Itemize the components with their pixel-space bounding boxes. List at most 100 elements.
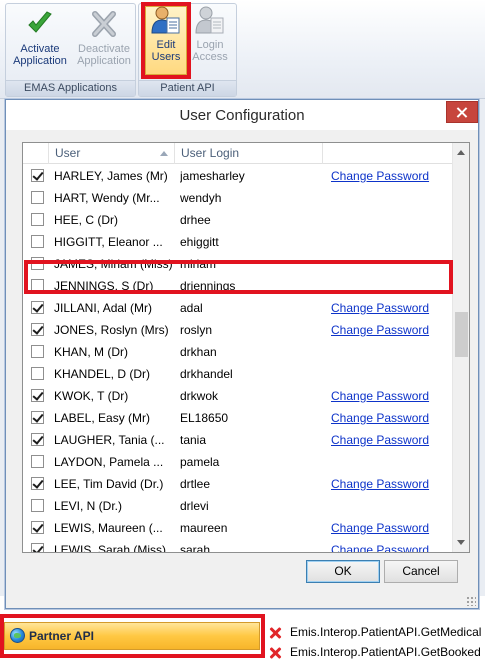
ribbon: Activate Application Deactivate Applicat… xyxy=(0,0,485,99)
change-password-link[interactable]: Change Password xyxy=(331,297,429,319)
error-x-icon xyxy=(268,626,282,640)
row-user-login: drkhan xyxy=(180,345,217,359)
row-user-name: HIGGITT, Eleanor ... xyxy=(54,235,163,249)
ribbon-group-label: EMAS Applications xyxy=(6,80,135,96)
selected-row-highlight xyxy=(24,260,453,294)
row-user-login: jamesharley xyxy=(180,169,245,183)
row-checkbox[interactable] xyxy=(31,455,44,468)
row-user-login: drlevi xyxy=(180,499,209,513)
change-password-link[interactable]: Change Password xyxy=(331,385,429,407)
list-item-label: Emis.Interop.PatientAPI.GetMedical xyxy=(290,625,482,639)
row-user-login: pamela xyxy=(180,455,220,469)
change-password-link[interactable]: Change Password xyxy=(331,539,429,552)
row-checkbox[interactable] xyxy=(31,389,44,402)
vertical-scrollbar[interactable] xyxy=(452,143,469,552)
table-row[interactable]: KHANDEL, D (Dr) drkhandel xyxy=(23,363,452,385)
list-item[interactable]: Emis.Interop.PatientAPI.GetBooked xyxy=(268,641,481,663)
row-user-login: EL18650 xyxy=(180,411,229,425)
table-row[interactable]: LEWIS, Maureen (... maureen Change Passwor… xyxy=(23,517,452,539)
row-user-name: HEE, C (Dr) xyxy=(54,213,118,227)
edit-users-highlight xyxy=(141,2,191,79)
row-user-name: KHAN, M (Dr) xyxy=(54,345,128,359)
row-user-name: LEVI, N (Dr.) xyxy=(54,499,123,513)
list-item-label: Emis.Interop.PatientAPI.GetBooked xyxy=(290,645,481,659)
row-user-login: tania xyxy=(180,433,207,447)
table-row[interactable]: HARLEY, James (Mr) jamesharley Change Pass… xyxy=(23,165,452,187)
row-checkbox[interactable] xyxy=(31,191,44,204)
cancel-button[interactable]: Cancel xyxy=(384,560,458,583)
row-checkbox[interactable] xyxy=(31,477,44,490)
table-row[interactable]: LAUGHER, Tania (... tania Change Password xyxy=(23,429,452,451)
change-password-link[interactable]: Change Password xyxy=(331,429,429,451)
row-user-name: HARLEY, James (Mr) xyxy=(54,169,168,183)
table-row[interactable]: KHAN, M (Dr) drkhan xyxy=(23,341,452,363)
row-checkbox[interactable] xyxy=(31,521,44,534)
row-user-login: drkhandel xyxy=(180,367,233,381)
row-user-login: drhee xyxy=(180,213,211,227)
table-row[interactable]: HIGGITT, Eleanor ... ehiggitt xyxy=(23,231,452,253)
row-checkbox[interactable] xyxy=(31,323,44,336)
header-user[interactable]: User xyxy=(49,143,175,164)
scroll-thumb[interactable] xyxy=(455,312,468,357)
row-user-name: KWOK, T (Dr) xyxy=(54,389,129,403)
activate-label-line1: Activate xyxy=(20,43,60,55)
table-row[interactable]: JILLANI, Adal (Mr) adal Change Password xyxy=(23,297,452,319)
row-user-name: LEWIS, Sarah (Miss) xyxy=(54,543,167,553)
header-user-login-label: User Login xyxy=(181,146,240,160)
table-row[interactable]: LEE, Tim David (Dr.) drtlee Change Passwor… xyxy=(23,473,452,495)
row-checkbox[interactable] xyxy=(31,235,44,248)
table-row[interactable]: KWOK, T (Dr) drkwok Change Password xyxy=(23,385,452,407)
row-checkbox[interactable] xyxy=(31,213,44,226)
row-checkbox[interactable] xyxy=(31,169,44,182)
table-row[interactable]: HART, Wendy (Mr... wendyh xyxy=(23,187,452,209)
resize-grip[interactable] xyxy=(466,596,476,606)
table-row[interactable]: LABEL, Easy (Mr) EL18650 Change Password xyxy=(23,407,452,429)
row-user-login: ehiggitt xyxy=(180,235,219,249)
change-password-link[interactable]: Change Password xyxy=(331,407,429,429)
row-checkbox[interactable] xyxy=(31,543,44,552)
row-user-login: drtlee xyxy=(180,477,211,491)
partner-api-highlight xyxy=(0,614,265,658)
scroll-up-icon[interactable] xyxy=(457,150,465,155)
activate-application-button[interactable]: Activate Application xyxy=(8,8,72,67)
table-row[interactable]: JONES, Roslyn (Mrs) roslyn Change Password xyxy=(23,319,452,341)
table-row[interactable]: LAYDON, Pamela ... pamela xyxy=(23,451,452,473)
deactivate-application-button[interactable]: Deactivate Application xyxy=(72,8,136,67)
row-checkbox[interactable] xyxy=(31,499,44,512)
dialog-titlebar[interactable]: User Configuration xyxy=(6,100,478,130)
change-password-link[interactable]: Change Password xyxy=(331,165,429,187)
ribbon-group-emas-applications: Activate Application Deactivate Applicat… xyxy=(5,3,136,97)
row-checkbox[interactable] xyxy=(31,367,44,380)
change-password-link[interactable]: Change Password xyxy=(331,473,429,495)
header-checkbox-column xyxy=(23,143,49,164)
deactivate-label-line1: Deactivate xyxy=(78,43,130,55)
table-row[interactable]: LEVI, N (Dr.) drlevi xyxy=(23,495,452,517)
table-row[interactable]: LEWIS, Sarah (Miss) sarah Change Password xyxy=(23,539,452,553)
change-password-link[interactable]: Change Password xyxy=(331,319,429,341)
row-user-login: sarah xyxy=(180,543,211,553)
table-row[interactable]: HEE, C (Dr) drhee xyxy=(23,209,452,231)
row-user-name: LEE, Tim David (Dr.) xyxy=(54,477,164,491)
row-user-name: KHANDEL, D (Dr) xyxy=(54,367,151,381)
error-x-icon xyxy=(268,646,282,660)
grid-header: User User Login xyxy=(23,143,452,164)
list-item[interactable]: Emis.Interop.PatientAPI.GetMedical xyxy=(268,621,481,643)
row-user-name: JILLANI, Adal (Mr) xyxy=(54,301,153,315)
row-user-login: drkwok xyxy=(180,389,219,403)
ok-button[interactable]: OK xyxy=(306,560,380,583)
row-user-login: maureen xyxy=(180,521,228,535)
close-button[interactable] xyxy=(446,101,478,123)
row-checkbox[interactable] xyxy=(31,301,44,314)
dialog-title: User Configuration xyxy=(179,107,305,124)
sort-ascending-icon xyxy=(160,151,168,156)
user-key-icon xyxy=(195,6,224,34)
header-user-login[interactable]: User Login xyxy=(175,143,323,164)
row-checkbox[interactable] xyxy=(31,433,44,446)
row-user-login: wendyh xyxy=(180,191,222,205)
row-user-name: LAUGHER, Tania (... xyxy=(54,433,165,447)
row-checkbox[interactable] xyxy=(31,345,44,358)
row-user-name: LAYDON, Pamela ... xyxy=(54,455,164,469)
scroll-down-icon[interactable] xyxy=(457,540,465,545)
change-password-link[interactable]: Change Password xyxy=(331,517,429,539)
row-checkbox[interactable] xyxy=(31,411,44,424)
